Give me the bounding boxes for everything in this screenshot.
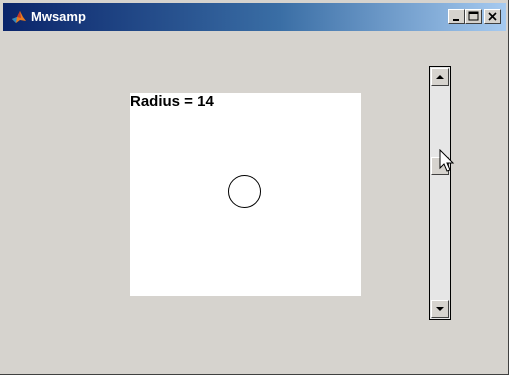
mouse-pointer-icon [439,149,455,172]
radius-scrollbar[interactable] [429,66,451,320]
arrow-down-icon [436,307,444,311]
matlab-icon[interactable] [11,9,27,25]
minimize-icon [453,19,459,21]
maximize-button[interactable] [465,9,482,24]
drawing-canvas: Radius = 14 [130,93,361,296]
scroll-up-button[interactable] [431,68,449,86]
scroll-down-button[interactable] [431,300,449,318]
title-bar[interactable]: Mwsamp [3,3,506,31]
close-icon [488,12,497,21]
maximize-icon [468,11,479,21]
radius-label: Radius = 14 [130,93,214,110]
window-title: Mwsamp [31,9,86,24]
arrow-up-icon [436,75,444,79]
app-window: Mwsamp Radius = 14 [0,0,509,375]
minimize-button[interactable] [448,9,465,24]
circle-shape [228,175,261,208]
close-button[interactable] [484,9,501,24]
